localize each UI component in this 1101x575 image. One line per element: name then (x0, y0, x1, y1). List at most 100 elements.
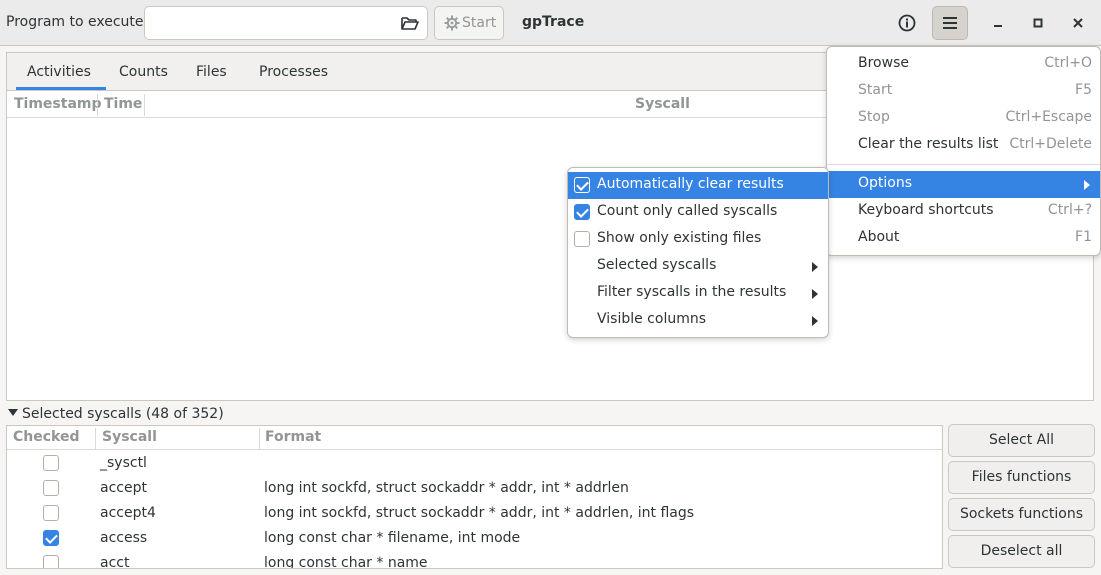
menu-item-accel: Ctrl+Escape (1005, 109, 1092, 125)
syscall-name: acct (100, 555, 130, 569)
tab-counts[interactable]: Counts (119, 64, 168, 80)
table-row[interactable]: accept long int sockfd, struct sockaddr … (7, 476, 942, 501)
syscall-list-header: Checked Syscall Format (7, 426, 942, 450)
submenu-arrow-icon (812, 289, 818, 299)
submenu-arrow-icon (1084, 180, 1090, 190)
table-row[interactable]: acct long const char * name (7, 551, 942, 569)
column-separator (95, 428, 96, 450)
column-separator (259, 428, 260, 450)
column-separator (144, 94, 145, 116)
menu-item-browse[interactable]: Browse Ctrl+O (827, 51, 1100, 78)
menu-item-clear-results[interactable]: Clear the results list Ctrl+Delete (827, 132, 1100, 159)
hamburger-menu-icon (943, 17, 957, 29)
column-syscall[interactable]: Syscall (635, 96, 690, 112)
column-checked[interactable]: Checked (13, 429, 80, 445)
syscall-name: accept (100, 480, 147, 496)
menu-item-accel: Ctrl+? (1047, 202, 1092, 218)
maximize-icon[interactable] (1029, 14, 1047, 32)
menu-item-stop[interactable]: Stop Ctrl+Escape (827, 105, 1100, 132)
expander-arrow-icon (8, 409, 18, 416)
table-row[interactable]: accept4 long int sockfd, struct sockaddr… (7, 501, 942, 526)
syscall-name: accept4 (100, 505, 156, 521)
sockets-functions-button[interactable]: Sockets functions (948, 498, 1095, 531)
main-menu-popover: Browse Ctrl+O Start F5 Stop Ctrl+Escape … (826, 46, 1101, 256)
main-menu-button[interactable] (932, 6, 968, 40)
app-title: gpTrace (522, 14, 585, 30)
select-all-button[interactable]: Select All (948, 424, 1095, 457)
options-submenu: Automatically clear results Count only c… (567, 167, 829, 338)
close-icon[interactable] (1069, 14, 1087, 32)
option-label: Automatically clear results (597, 176, 784, 192)
option-label: Filter syscalls in the results (597, 284, 787, 300)
option-checkbox[interactable] (574, 177, 590, 193)
column-timestamp[interactable]: Timestamp (14, 96, 102, 112)
option-show-only-existing-files[interactable]: Show only existing files (568, 226, 828, 253)
start-label: Start (462, 15, 497, 31)
option-auto-clear-results[interactable]: Automatically clear results (568, 172, 828, 199)
menu-item-options[interactable]: Options (827, 171, 1100, 198)
option-label: Show only existing files (597, 230, 762, 246)
option-label: Selected syscalls (597, 257, 717, 273)
tab-activities[interactable]: Activities (27, 64, 91, 80)
menu-separator (827, 164, 1100, 165)
start-button[interactable]: Start (434, 6, 504, 40)
option-filter-syscalls[interactable]: Filter syscalls in the results (568, 280, 828, 307)
row-checkbox[interactable] (43, 480, 59, 496)
submenu-arrow-icon (812, 316, 818, 326)
row-checkbox[interactable] (43, 555, 59, 568)
gear-icon (444, 15, 460, 35)
syscall-format: long int sockfd, struct sockaddr * addr,… (264, 480, 629, 496)
menu-item-accel: F5 (1075, 82, 1092, 98)
row-checkbox[interactable] (43, 455, 59, 471)
header-bar: Program to execute: Start gpTrace (0, 0, 1101, 46)
menu-item-label: Browse (858, 55, 909, 71)
tab-processes[interactable]: Processes (259, 64, 328, 80)
program-input[interactable] (153, 7, 393, 37)
column-time[interactable]: Time (104, 96, 142, 112)
tab-files[interactable]: Files (196, 64, 227, 80)
syscall-format: long const char * filename, int mode (264, 530, 521, 546)
column-separator (97, 94, 98, 116)
submenu-arrow-icon (812, 262, 818, 272)
row-checkbox[interactable] (43, 530, 59, 546)
active-tab-indicator (16, 87, 106, 90)
syscall-format: long int sockfd, struct sockaddr * addr,… (264, 505, 695, 521)
menu-item-accel: Ctrl+Delete (1009, 136, 1092, 152)
deselect-all-button[interactable]: Deselect all (948, 535, 1095, 568)
column-format[interactable]: Format (265, 429, 321, 445)
menu-item-accel: Ctrl+O (1044, 55, 1092, 71)
minimize-icon[interactable] (989, 14, 1007, 32)
menu-item-label: Options (858, 175, 913, 191)
menu-item-keyboard-shortcuts[interactable]: Keyboard shortcuts Ctrl+? (827, 198, 1100, 225)
row-checkbox[interactable] (43, 505, 59, 521)
option-checkbox[interactable] (574, 204, 590, 220)
column-syscall-name[interactable]: Syscall (102, 429, 157, 445)
menu-item-label: Start (858, 82, 893, 98)
option-count-only-called[interactable]: Count only called syscalls (568, 199, 828, 226)
menu-item-label: Keyboard shortcuts (858, 202, 994, 218)
option-checkbox[interactable] (574, 231, 590, 247)
option-visible-columns[interactable]: Visible columns (568, 307, 828, 334)
program-label: Program to execute: (6, 14, 149, 30)
syscall-list: Checked Syscall Format _sysctl accept lo… (6, 425, 943, 569)
table-row[interactable]: _sysctl (7, 451, 942, 476)
menu-item-about[interactable]: About F1 (827, 225, 1100, 252)
syscall-format: long const char * name (264, 555, 428, 569)
syscall-name: access (100, 530, 148, 546)
option-selected-syscalls[interactable]: Selected syscalls (568, 253, 828, 280)
folder-open-icon[interactable] (401, 15, 419, 35)
expander-label: Selected syscalls (48 of 352) (22, 406, 224, 422)
menu-item-label: Stop (858, 109, 890, 125)
option-label: Count only called syscalls (597, 203, 778, 219)
table-row[interactable]: access long const char * filename, int m… (7, 526, 942, 551)
option-label: Visible columns (597, 311, 707, 327)
program-entry[interactable] (144, 6, 428, 40)
files-functions-button[interactable]: Files functions (948, 461, 1095, 494)
syscall-name: _sysctl (100, 455, 147, 471)
menu-item-accel: F1 (1075, 229, 1092, 245)
menu-item-label: About (858, 229, 900, 245)
menu-item-label: Clear the results list (858, 136, 999, 152)
info-icon[interactable] (896, 12, 918, 38)
menu-item-start[interactable]: Start F5 (827, 78, 1100, 105)
selected-syscalls-expander[interactable]: Selected syscalls (48 of 352) (8, 406, 224, 422)
